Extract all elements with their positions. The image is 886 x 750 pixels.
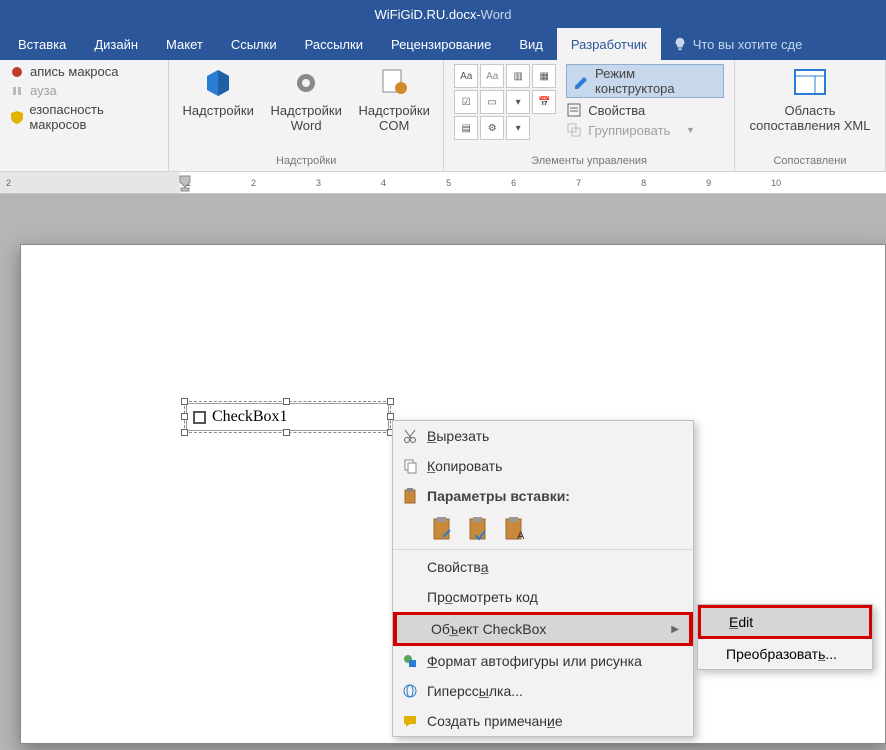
copy-icon xyxy=(402,458,418,474)
properties-icon xyxy=(566,102,582,118)
menu-object-checkbox[interactable]: Объект CheckBox ▶ xyxy=(393,612,693,646)
resize-handle-lm[interactable] xyxy=(181,413,188,420)
submenu-arrow-icon: ▶ xyxy=(671,624,679,635)
group-mapping-label: Сопоставлени xyxy=(745,153,875,171)
gear-icon xyxy=(291,68,321,98)
design-mode-icon xyxy=(573,73,589,89)
group-macros-label xyxy=(10,153,158,171)
group-addins: Надстройки Надстройки Word Надстройки CO… xyxy=(169,60,444,171)
word-addins-button[interactable]: Надстройки Word xyxy=(267,64,345,134)
checkbox-object[interactable]: CheckBox1 xyxy=(184,401,391,433)
clipboard-icon xyxy=(402,487,418,505)
group-addins-label: Надстройки xyxy=(179,153,433,171)
title-bar: WiFiGiD.RU.docx - Word xyxy=(0,0,886,28)
resize-handle-bm[interactable] xyxy=(283,429,290,436)
shield-warning-icon xyxy=(10,110,23,124)
format-shape-icon xyxy=(402,653,418,669)
legacy-tools-dropdown-icon[interactable]: ▾ xyxy=(506,116,530,140)
checklist-gear-icon xyxy=(379,68,409,98)
xml-mapping-button[interactable]: Область сопоставления XML xyxy=(745,64,875,134)
menu-format-autoshape[interactable]: Формат автофигуры или рисунка xyxy=(393,646,693,676)
menu-properties[interactable]: Свойства xyxy=(393,552,693,582)
com-addins-button[interactable]: Надстройки COM xyxy=(355,64,433,134)
tab-mailings[interactable]: Рассылки xyxy=(291,28,377,60)
paste-merge-icon[interactable] xyxy=(467,515,491,543)
menu-view-code[interactable]: Просмотреть код xyxy=(393,582,693,612)
tab-design[interactable]: Дизайн xyxy=(80,28,152,60)
resize-handle-rm[interactable] xyxy=(387,413,394,420)
group-mapping: Область сопоставления XML Сопоставлени xyxy=(735,60,886,171)
picture-control-icon[interactable]: ▥ xyxy=(506,64,530,88)
pause-macro-button[interactable]: ауза xyxy=(10,83,57,98)
menu-hyperlink[interactable]: Гиперссылка... xyxy=(393,676,693,706)
record-macro-button[interactable]: апись макроса xyxy=(10,64,118,79)
tell-me-label: Что вы хотите сде xyxy=(693,37,803,52)
control-gallery[interactable]: Aa Aa ▥ ▦ ☑ ▭ ▾ 📅 ▤ ⚙ ▾ xyxy=(454,64,556,140)
checkbox-box-icon xyxy=(193,411,206,424)
tab-insert[interactable]: Вставка xyxy=(4,28,80,60)
comment-icon xyxy=(402,713,418,729)
document-name: WiFiGiD.RU.docx xyxy=(374,7,476,22)
record-icon xyxy=(10,65,24,79)
horizontal-ruler[interactable]: 2 1 2 3 4 5 6 7 8 9 10 xyxy=(0,172,886,194)
svg-text:A: A xyxy=(517,530,525,542)
submenu-edit[interactable]: Edit xyxy=(698,605,872,639)
tab-developer[interactable]: Разработчик xyxy=(557,28,661,60)
combobox-control-icon[interactable]: ▭ xyxy=(480,90,504,114)
macro-security-button[interactable]: езопасность макросов xyxy=(10,102,158,132)
dropdown-control-icon[interactable]: ▾ xyxy=(506,90,530,114)
group-controls-button[interactable]: Группировать ▼ xyxy=(566,122,724,138)
checkbox-label: CheckBox1 xyxy=(212,408,288,426)
resize-handle-bl[interactable] xyxy=(181,429,188,436)
addins-button[interactable]: Надстройки xyxy=(179,64,257,119)
xml-pane-icon xyxy=(793,68,827,98)
group-macros: апись макроса ауза езопасность макросов xyxy=(0,60,169,171)
tab-view[interactable]: Вид xyxy=(505,28,557,60)
paste-keep-source-icon[interactable] xyxy=(431,515,455,543)
cube-icon xyxy=(201,66,235,100)
group-controls: Aa Aa ▥ ▦ ☑ ▭ ▾ 📅 ▤ ⚙ ▾ Режим конструкто… xyxy=(444,60,735,171)
pause-icon xyxy=(10,84,24,98)
context-menu: Вырезать Копировать Параметры вставки: A… xyxy=(392,420,694,737)
tell-me-search[interactable]: Что вы хотите сде xyxy=(673,37,803,52)
plain-text-control-icon[interactable]: Aa xyxy=(480,64,504,88)
resize-handle-tl[interactable] xyxy=(181,398,188,405)
properties-button[interactable]: Свойства xyxy=(566,102,724,118)
date-control-icon[interactable]: 📅 xyxy=(532,90,556,114)
rich-text-control-icon[interactable]: Aa xyxy=(454,64,478,88)
menu-cut[interactable]: Вырезать xyxy=(393,421,693,451)
menu-copy[interactable]: Копировать xyxy=(393,451,693,481)
menu-paste-options-header: Параметры вставки: xyxy=(393,481,693,511)
globe-link-icon xyxy=(402,683,418,699)
object-submenu: Edit Преобразовать... xyxy=(697,604,873,670)
scissors-icon xyxy=(402,428,418,444)
indent-marker-icon[interactable] xyxy=(178,174,192,192)
building-block-control-icon[interactable]: ▦ xyxy=(532,64,556,88)
repeating-control-icon[interactable]: ▤ xyxy=(454,116,478,140)
tab-references[interactable]: Ссылки xyxy=(217,28,291,60)
tab-review[interactable]: Рецензирование xyxy=(377,28,505,60)
lightbulb-icon xyxy=(673,37,687,51)
group-icon xyxy=(566,122,582,138)
tab-layout[interactable]: Макет xyxy=(152,28,217,60)
paste-options-row: A xyxy=(393,511,693,547)
legacy-control-icon[interactable]: ⚙ xyxy=(480,116,504,140)
resize-handle-tr[interactable] xyxy=(387,398,394,405)
submenu-convert[interactable]: Преобразовать... xyxy=(698,639,872,669)
ribbon-tabs: Вставка Дизайн Макет Ссылки Рассылки Рец… xyxy=(0,28,886,60)
menu-new-comment[interactable]: Создать примечание xyxy=(393,706,693,736)
paste-text-only-icon[interactable]: A xyxy=(503,515,527,543)
group-controls-label: Элементы управления xyxy=(454,153,724,171)
app-name: Word xyxy=(481,7,512,22)
checkbox-control-icon[interactable]: ☑ xyxy=(454,90,478,114)
design-mode-button[interactable]: Режим конструктора xyxy=(566,64,724,98)
ribbon: апись макроса ауза езопасность макросов … xyxy=(0,60,886,172)
resize-handle-tm[interactable] xyxy=(283,398,290,405)
